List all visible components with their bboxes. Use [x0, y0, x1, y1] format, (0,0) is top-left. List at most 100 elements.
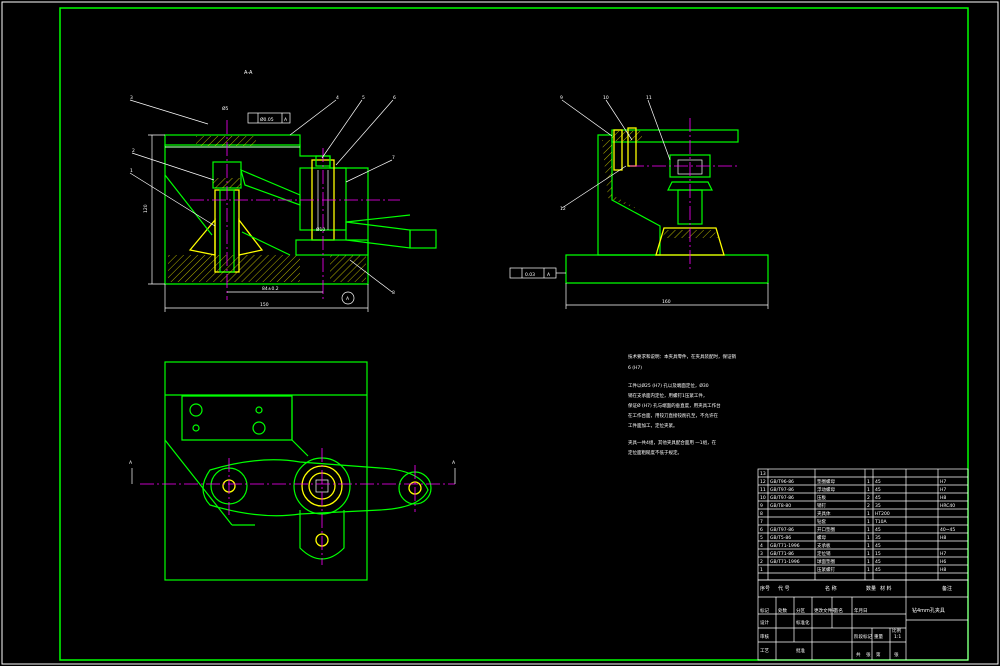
parts-cell-qty: 1 — [867, 551, 870, 557]
balloon-12: 12 — [560, 206, 566, 212]
balloon-8: 8 — [392, 290, 395, 296]
handle-arm — [345, 214, 411, 223]
side-upright-hatch — [602, 140, 640, 210]
parts-cell-no: 6 — [760, 527, 763, 533]
balloons-side: 9 10 11 12 — [560, 95, 671, 212]
tb-cell-16: 第 — [876, 651, 881, 658]
parts-cell-code: GB/T96-86 — [770, 479, 794, 485]
flatness-datum: A — [547, 272, 551, 278]
parts-cell-code: GB/T8-80 — [770, 503, 791, 509]
balloon-1: 1 — [130, 168, 133, 174]
base-hatch-left — [168, 255, 300, 282]
parts-cell-no: 11 — [760, 487, 766, 493]
tb-cell-10: 比例 — [892, 627, 901, 634]
parts-cell-name: 销钉 — [817, 502, 826, 509]
parts-cell-qty: 1 — [867, 543, 870, 549]
parts-cell-name: 支承板 — [817, 542, 831, 549]
side-base — [565, 254, 769, 284]
parts-cell-material: 45 — [875, 559, 881, 565]
parts-cell-material: 15 — [875, 551, 881, 557]
note-line-3: 销在支承面内定位，用螺钉1压紧工件， — [628, 392, 707, 399]
side-view: 160 0.03 A 9 10 11 12 — [509, 95, 769, 309]
width-dim-text: 150 — [260, 302, 269, 308]
technical-notes: 技术要求和说明：本夹具零件，在夹具装配时，保证销 6 (H7) 工件以Ø25 (… — [628, 353, 736, 456]
parts-cell-no: 8 — [760, 511, 763, 517]
top-plate-hatch — [196, 136, 256, 146]
note-line-5: 在工作台面，用铰刀直接铰削孔至，不允许在 — [628, 412, 718, 419]
balloon-11: 11 — [646, 95, 652, 101]
plan-hole-2 — [255, 406, 263, 414]
note-line-2: 工件以Ø25 (H7) 孔以及端面定位，Ø30 — [628, 382, 709, 389]
parts-cell-name: 浮动螺母 — [817, 486, 835, 493]
parts-cell-material: T10A — [874, 519, 887, 525]
support-block — [295, 239, 369, 256]
parts-cell-code: GB/T5-86 — [770, 535, 791, 541]
parts-cell-material: 35 — [875, 503, 881, 509]
parts-cell-note: 40~45 — [940, 527, 955, 533]
tb-cell-0: 标记 — [760, 607, 769, 614]
parts-cell-name: 钻套 — [817, 518, 826, 525]
parts-cell-no: 9 — [760, 503, 763, 509]
parts-cell-code: GB/T71-1996 — [770, 543, 800, 549]
parts-cell-qty: 1 — [867, 535, 870, 541]
parts-cell-no: 3 — [760, 551, 763, 557]
parts-cell-name: 垫圈螺母 — [817, 478, 835, 485]
tb-cell-15: 张 — [866, 651, 871, 658]
plan-inner-plate — [181, 395, 293, 441]
title-text: 钻4mm孔夹具 — [912, 607, 945, 614]
balloon-4: 4 — [336, 95, 339, 101]
tb-cell-14: 共 — [856, 651, 861, 658]
balloon-6: 6 — [393, 95, 396, 101]
parts-cell-code: GB/T97-86 — [770, 487, 794, 493]
section-view-a-a: A-A 120 84±0.2 150 Ø10 Ø5 Ø0.05 A 3 4 5 … — [129, 70, 437, 312]
parts-cell-note: H7 — [940, 487, 946, 493]
balloon-10: 10 — [603, 95, 609, 101]
parts-cell-name: 定位销 — [817, 550, 831, 557]
parts-cell-material: 45 — [875, 479, 881, 485]
parts-cell-note: H8 — [940, 567, 946, 573]
parts-cell-material: 45 — [875, 567, 881, 573]
tb-cell-12: 工艺 — [760, 648, 769, 654]
parts-cell-note: H8 — [940, 535, 946, 541]
parts-cell-note: H7 — [940, 551, 946, 557]
parts-cell-no: 7 — [760, 519, 763, 525]
cad-drawing-canvas: A-A 120 84±0.2 150 Ø10 Ø5 Ø0.05 A 3 4 5 … — [1, 1, 999, 665]
flatness-value: 0.03 — [525, 272, 535, 278]
tb-cell-5: 年月日 — [854, 607, 868, 614]
tb-cell-8: 阶段标记 — [854, 633, 872, 640]
parts-cell-qty: 1 — [867, 567, 870, 573]
handle-knob — [409, 229, 437, 249]
tb-cell-17: 张 — [894, 651, 899, 658]
side-width-text: 160 — [662, 299, 671, 305]
parts-cell-code: GB/T97-86 — [770, 527, 794, 533]
note-line-9: 定位面粗糙度不低于规定。 — [628, 449, 682, 456]
parts-cell-note: H7 — [940, 479, 946, 485]
parts-cell-material: 45 — [875, 495, 881, 501]
parts-header-cell: 代 号 — [778, 585, 790, 592]
parts-cell-no: 13 — [760, 471, 766, 477]
parts-cell-no: 10 — [760, 495, 766, 501]
parts-cell-code: GB/T97-86 — [770, 495, 794, 501]
section-ref-text: A — [346, 296, 350, 302]
parts-cell-no: 1 — [760, 567, 763, 573]
parts-cell-name: 压紧螺钉 — [817, 566, 835, 573]
parts-cell-qty: 1 — [867, 527, 870, 533]
parts-list: 1312 GB/T96-86 垫圈螺母 1 45 H711 GB/T97-86 浮动螺母 1 45… — [757, 468, 969, 592]
balloon-3: 3 — [130, 95, 133, 101]
parts-header-cell: 材 料 — [880, 585, 892, 592]
parts-cell-name: 开口垫圈 — [817, 526, 835, 533]
note-line-4: 保证Ø (H7) 孔与端面的垂直度，用夹具工作台 — [628, 402, 721, 409]
parts-cell-note: H8 — [940, 495, 946, 501]
balloon-2: 2 — [132, 148, 135, 154]
tb-cell-13: 批准 — [796, 647, 805, 654]
parts-cell-note: H6 — [940, 559, 946, 565]
pin-size-text: Ø10 — [316, 226, 325, 233]
parts-cell-qty: 2 — [867, 495, 870, 501]
parts-cell-qty: 1 — [867, 487, 870, 493]
plan-lever — [202, 459, 429, 517]
plan-step — [291, 400, 309, 457]
tb-cell-9: 重量 — [874, 633, 883, 640]
balloon-9: 9 — [560, 95, 563, 101]
parts-header-cell: 名 称 — [825, 585, 837, 592]
parts-header-cell: 数量 — [866, 585, 876, 592]
